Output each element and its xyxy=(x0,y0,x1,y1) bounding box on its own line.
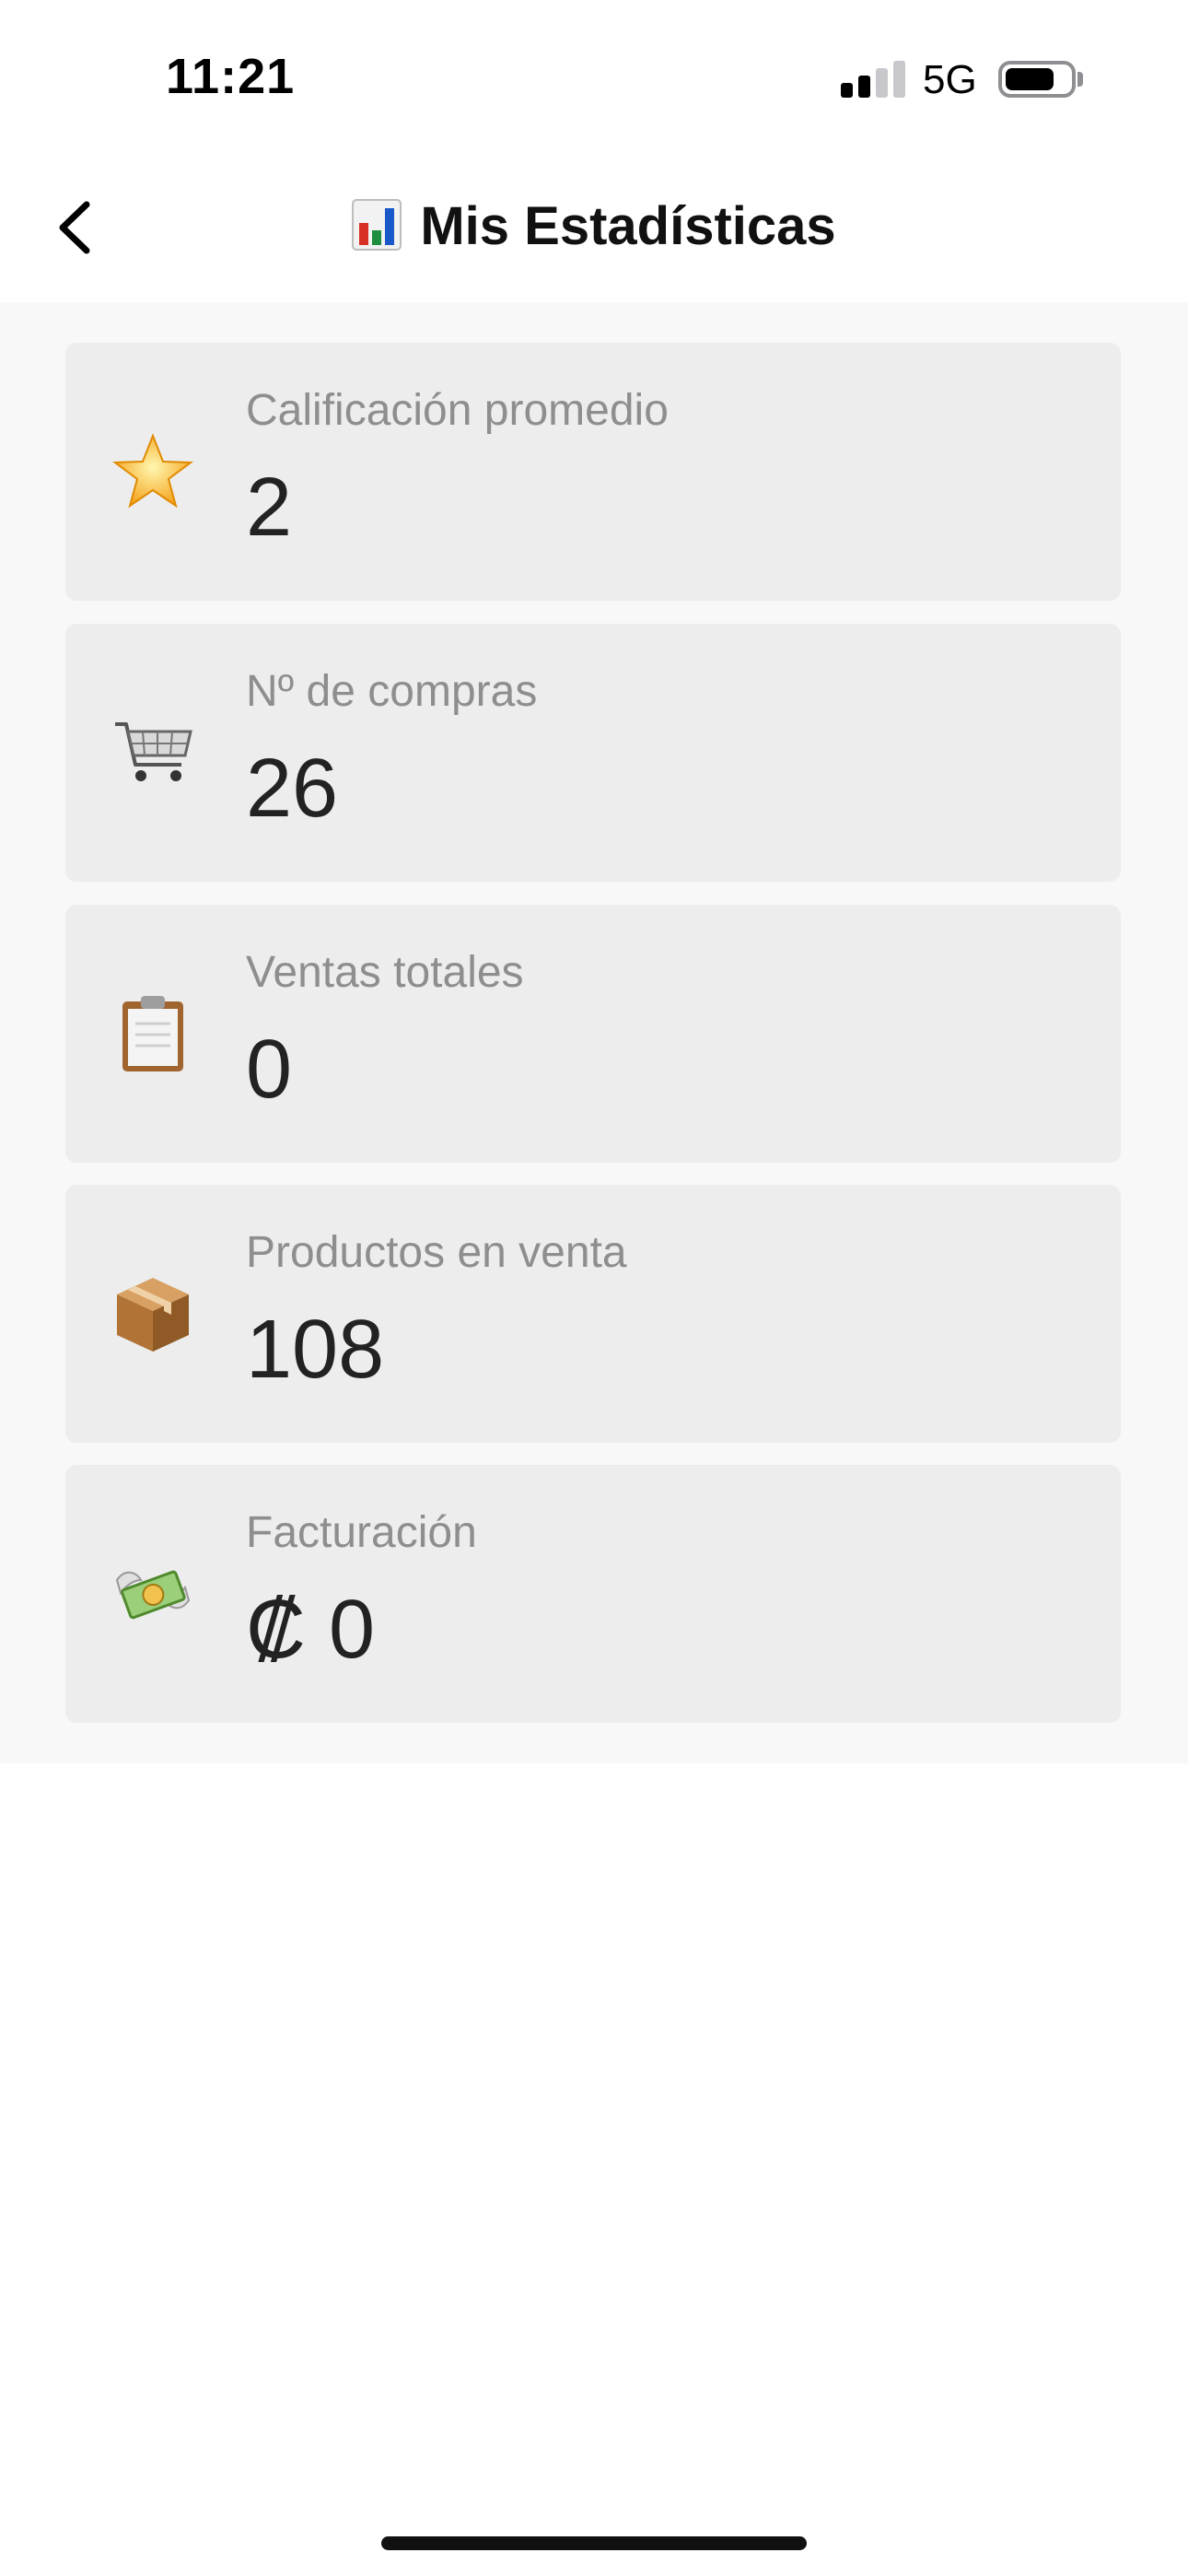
stat-label: Ventas totales xyxy=(246,948,524,997)
stat-value: 108 xyxy=(246,1304,385,1396)
battery-cap xyxy=(1077,72,1083,87)
stat-value: 2 xyxy=(246,462,293,554)
navigation-bar: Mis Estadísticas xyxy=(0,157,1188,302)
stat-card-billing: Facturación ₡ 0 xyxy=(65,1465,1121,1723)
stat-card-purchases: Nº de compras 26 xyxy=(65,624,1121,882)
clipboard-icon xyxy=(111,992,194,1075)
stat-card-sales: Ventas totales 0 xyxy=(65,905,1121,1163)
page-title: Mis Estadísticas xyxy=(420,196,836,256)
package-icon xyxy=(111,1272,194,1355)
battery-icon xyxy=(998,61,1076,98)
stat-value: 0 xyxy=(246,1024,293,1116)
stat-value: ₡ 0 xyxy=(246,1584,376,1676)
star-icon xyxy=(111,430,194,513)
stat-label: Facturación xyxy=(246,1508,477,1557)
stat-value: 26 xyxy=(246,743,339,835)
money-with-wings-icon xyxy=(111,1552,194,1635)
stat-card-rating: Calificación promedio 2 xyxy=(65,343,1121,601)
bar-chart-icon xyxy=(352,198,402,251)
shopping-cart-icon xyxy=(111,711,194,794)
stat-label: Nº de compras xyxy=(246,667,538,716)
home-indicator[interactable] xyxy=(381,2536,807,2550)
stat-label: Calificación promedio xyxy=(246,386,669,435)
cellular-signal-icon xyxy=(841,61,905,98)
stats-list: Calificación promedio 2 Nº de compras 26 xyxy=(0,302,1188,1763)
status-time: 11:21 xyxy=(166,49,296,104)
stat-card-products: Productos en venta 108 xyxy=(65,1185,1121,1443)
page-title-wrap: Mis Estadísticas xyxy=(0,195,1188,257)
stat-label: Productos en venta xyxy=(246,1228,627,1277)
status-bar: 11:21 5G xyxy=(0,0,1188,157)
network-type: 5G xyxy=(923,57,977,102)
